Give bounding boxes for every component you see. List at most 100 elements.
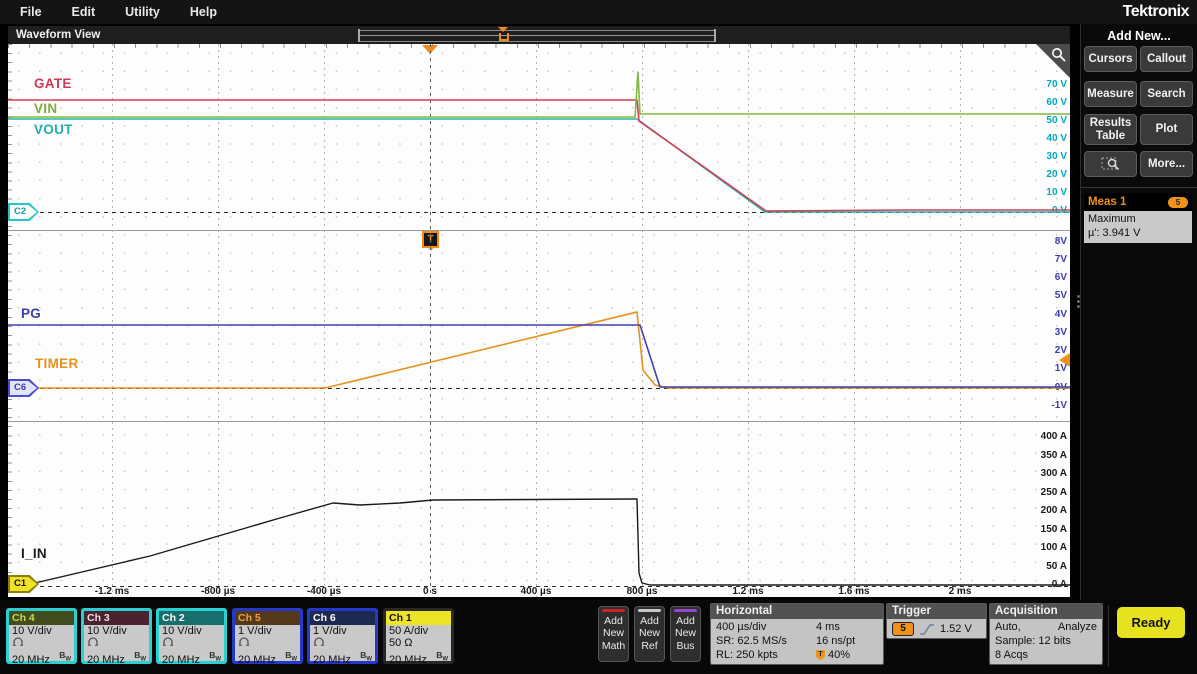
probe-icon — [87, 637, 99, 646]
trace-vin — [8, 72, 1070, 117]
channel-badge-ch5[interactable]: Ch 51 V/div 20 MHz BW — [232, 608, 303, 664]
trigger-position-triangle-icon — [498, 27, 508, 32]
channel-badge-title: Ch 1 — [386, 611, 451, 625]
channel-badge-title: Ch 6 — [310, 611, 375, 625]
acquisition-sample-bits: Sample: 12 bits — [995, 634, 1097, 648]
menu-item-edit[interactable]: Edit — [72, 5, 96, 19]
acquisition-mode: Auto, — [995, 620, 1021, 634]
side-button-more[interactable]: More... — [1140, 151, 1193, 177]
side-panel: Add New... Meas 1 5 Maximum µ': 3.941 V … — [1080, 24, 1197, 600]
channel-badge-title: Ch 3 — [84, 611, 149, 625]
channel-flag-label: C6 — [10, 381, 37, 395]
addnew-stripe — [638, 609, 661, 612]
channel-bandwidth-row: 20 MHz BW — [159, 649, 224, 666]
acquisition-panel-title: Acquisition — [990, 604, 1102, 619]
trigger-source-pill: 5 — [892, 622, 914, 636]
trace-vout — [8, 119, 1070, 212]
menu-bar: File Edit Utility Help — [0, 0, 1197, 24]
channel-bandwidth-row: 20 MHzBW — [310, 649, 375, 666]
trace-pg — [8, 325, 1070, 387]
addnew-stripe — [602, 609, 625, 612]
trace-label-gate: GATE — [34, 76, 72, 91]
channel-flag-label: C2 — [10, 205, 37, 219]
bottom-bar: Horizontal 400 µs/div4 ms SR: 62.5 MS/s1… — [0, 600, 1197, 674]
meas-source-pill: 5 — [1168, 197, 1188, 208]
acquisition-panel[interactable]: Acquisition Auto,Analyze Sample: 12 bits… — [989, 603, 1103, 665]
side-button-plot[interactable]: Plot — [1140, 114, 1193, 145]
trace-label-pg: PG — [21, 306, 41, 321]
bandwidth-limit-icon: BW — [285, 649, 297, 666]
channel-badge-ch3[interactable]: Ch 310 V/div20 MHzBW — [81, 608, 152, 664]
trace-timer — [8, 312, 1070, 388]
horizontal-panel-title: Horizontal — [711, 604, 883, 619]
trace-label-vin: VIN — [34, 101, 57, 116]
bandwidth-limit-icon: BW — [59, 649, 71, 666]
channel-scale-label: 1 V/div — [310, 625, 375, 637]
trigger-position-percent: 40% — [828, 649, 850, 661]
side-button-measure[interactable]: Measure — [1084, 81, 1137, 107]
side-button-callout[interactable]: Callout — [1140, 46, 1193, 72]
channel-scale-label: 10 V/div — [159, 625, 224, 637]
channel-probe-row — [159, 637, 224, 649]
bandwidth-limit-icon: BW — [134, 649, 146, 666]
channel-bandwidth-row: 20 MHzBW — [386, 649, 451, 666]
channel-scale-label: 50 A/div — [386, 625, 451, 637]
trace-label-i_in: I_IN — [21, 546, 47, 561]
meas-1-title: Meas 1 — [1088, 196, 1126, 208]
channel-badge-ch2[interactable]: Ch 210 V/div 20 MHz BW — [156, 608, 227, 664]
channel-bandwidth-label: 20 MHz — [238, 654, 276, 666]
meas-type-label: Maximum — [1088, 213, 1188, 227]
meas-1-badge[interactable]: Meas 1 5 Maximum µ': 3.941 V — [1084, 193, 1192, 243]
waveform-plot: T -1.2 ms-800 µs-400 µs0 s400 µs800 µs1.… — [8, 44, 1070, 597]
menu-item-file[interactable]: File — [20, 5, 42, 19]
horizontal-scale: 400 µs/div — [716, 620, 816, 634]
channel-scale-label: 1 V/div — [235, 625, 300, 637]
channel-scale-label: 10 V/div — [9, 625, 74, 637]
rising-edge-icon — [919, 623, 935, 636]
channel-bandwidth-label: 20 MHz — [162, 654, 200, 666]
channel-badge-ch1[interactable]: Ch 150 A/div50 Ω20 MHzBW — [383, 608, 454, 664]
channel-probe-row — [9, 637, 74, 649]
trigger-level-value: 1.52 V — [940, 623, 972, 635]
channel-badge-ch6[interactable]: Ch 61 V/div 20 MHzBW — [307, 608, 378, 664]
tektronix-logo: Tektronix — [1123, 3, 1189, 21]
add-new-math-button[interactable]: Add New Math — [598, 606, 629, 662]
addnew-stripe — [674, 609, 697, 612]
channel-probe-row — [235, 637, 300, 649]
add-new-bus-button[interactable]: Add New Bus — [670, 606, 701, 662]
sample-interval: 16 ns/pt — [816, 634, 878, 648]
acquisition-count: 8 Acqs — [995, 648, 1097, 662]
trigger-panel[interactable]: Trigger 5 1.52 V — [886, 603, 987, 639]
waveform-traces — [8, 44, 1070, 597]
side-button-cursors[interactable]: Cursors — [1084, 46, 1137, 72]
channel-badge-title: Ch 5 — [235, 611, 300, 625]
channel-badge-ch4[interactable]: Ch 410 V/div20 MHzBW — [6, 608, 77, 664]
channel-bandwidth-label: 20 MHz — [12, 654, 50, 666]
probe-icon — [313, 637, 325, 646]
side-button-search[interactable]: Search — [1140, 81, 1193, 107]
panel-splitter-handle[interactable]: ⋮ — [1071, 298, 1077, 305]
side-panel-separator — [1081, 187, 1197, 188]
menu-item-utility[interactable]: Utility — [125, 5, 160, 19]
channel-scale-label: 10 V/div — [84, 625, 149, 637]
trigger-status-indicator: Ready — [1117, 607, 1185, 638]
channel-probe-row — [310, 637, 375, 649]
trigger-position-bracket-icon — [499, 33, 509, 41]
channel-bandwidth-label: 20 MHz — [389, 654, 427, 666]
trigger-position-marker[interactable] — [498, 27, 508, 43]
add-new-heading: Add New... — [1081, 29, 1197, 43]
menu-item-help[interactable]: Help — [190, 5, 217, 19]
horizontal-panel[interactable]: Horizontal 400 µs/div4 ms SR: 62.5 MS/s1… — [710, 603, 884, 665]
zoom-tool-button[interactable] — [1084, 151, 1137, 177]
trace-label-timer: TIMER — [35, 356, 79, 371]
channel-badge-title: Ch 2 — [159, 611, 224, 625]
channel-probe-row — [84, 637, 149, 649]
side-button-results-table[interactable]: Results Table — [1084, 114, 1137, 145]
waveform-view-title: Waveform View — [16, 29, 100, 41]
bandwidth-limit-icon: BW — [360, 649, 372, 666]
add-new-ref-button[interactable]: Add New Ref — [634, 606, 665, 662]
bandwidth-limit-icon: BW — [209, 649, 221, 666]
horizontal-position-slider[interactable] — [358, 30, 716, 42]
probe-icon — [162, 637, 174, 646]
sample-rate: SR: 62.5 MS/s — [716, 634, 816, 648]
